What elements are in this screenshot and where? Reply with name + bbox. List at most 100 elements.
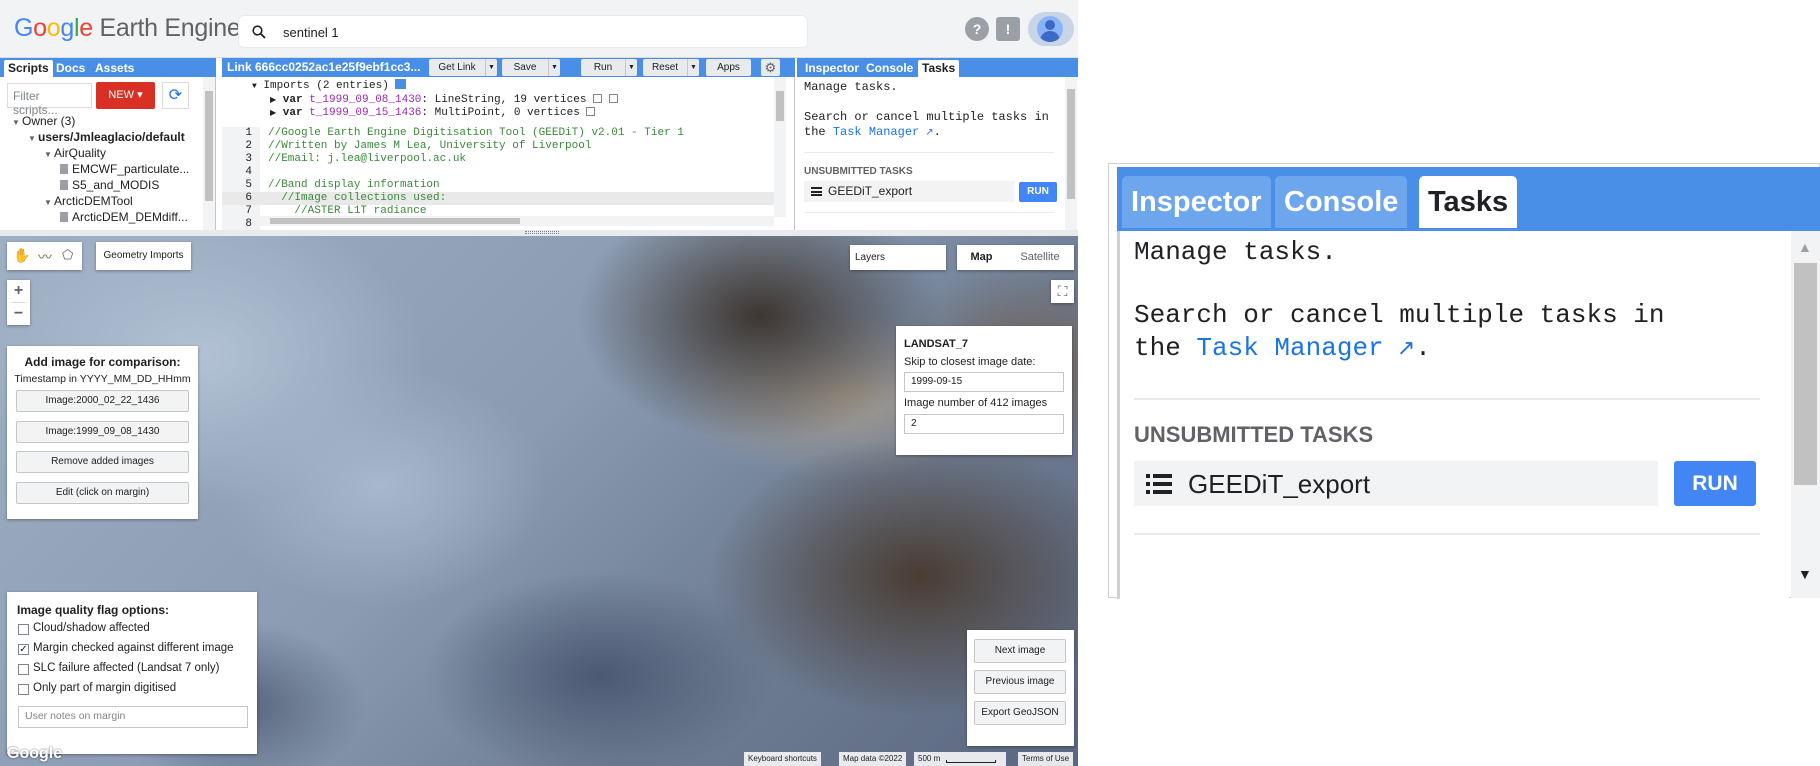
account-avatar[interactable]: [1028, 12, 1074, 46]
task-manager-line: the Task Manager ↗.: [804, 125, 941, 139]
caret-down-icon[interactable]: ▼: [485, 59, 497, 76]
tab-tasks-zoomed[interactable]: Tasks: [1419, 176, 1518, 228]
import-geometry-icon[interactable]: [586, 107, 596, 116]
scripts-scrollbar[interactable]: [203, 77, 215, 230]
tab-assets[interactable]: Assets: [91, 60, 138, 77]
refresh-icon[interactable]: ⟳: [162, 82, 189, 109]
code-editor[interactable]: ▼ Imports (2 entries) ▶ var t_1999_09_08…: [222, 77, 795, 230]
next-image-button[interactable]: Next image: [974, 639, 1066, 663]
checkbox-partial-margin[interactable]: [18, 684, 29, 695]
get-link-button[interactable]: Get Link ▼: [429, 59, 497, 76]
caret-down-icon[interactable]: ▼: [625, 59, 637, 76]
edit-margin-button[interactable]: Edit (click on margin): [16, 482, 189, 504]
caret-down-icon[interactable]: ▼: [548, 59, 560, 76]
earth-engine-logo[interactable]: Google Earth Engine: [14, 14, 241, 43]
scroll-up-icon[interactable]: ▲: [1798, 239, 1812, 255]
layers-button[interactable]: Layers: [850, 245, 946, 270]
code-line[interactable]: //Image collections used:: [268, 192, 446, 205]
feedback-icon[interactable]: !: [996, 17, 1020, 41]
task-row[interactable]: GEEDiT_export: [804, 181, 1014, 202]
map-type-satellite[interactable]: Satellite: [1006, 245, 1074, 270]
code-line[interactable]: //Band display information: [268, 179, 440, 192]
tasks-scrollbar[interactable]: [1065, 77, 1077, 230]
tree-item[interactable]: ArcticDEM_DEMdiff...: [60, 209, 188, 225]
tab-inspector-zoomed[interactable]: Inspector: [1122, 176, 1271, 228]
tab-scripts[interactable]: Scripts: [4, 60, 53, 77]
zoomed-tasks-scrollbar[interactable]: ▲ ▼: [1791, 231, 1820, 598]
scroll-thumb[interactable]: [1794, 263, 1817, 485]
tree-item-label: users/Jmleaglacio/default: [38, 130, 185, 144]
map-data-attribution[interactable]: Map data ©2022: [839, 752, 907, 766]
checkbox-margin-checked[interactable]: ✓: [18, 644, 29, 655]
comparison-panel: Add image for comparison: Timestamp in Y…: [7, 346, 198, 519]
image-comparison-button[interactable]: Image:1999_09_08_1430: [16, 421, 189, 443]
scale-bar[interactable]: 500 m: [914, 752, 1006, 766]
tree-item[interactable]: ▼ AirQuality: [44, 145, 106, 161]
tab-docs[interactable]: Docs: [52, 60, 89, 77]
save-button[interactable]: Save ▼: [502, 59, 560, 76]
keyboard-shortcuts-link[interactable]: Keyboard shortcuts: [744, 752, 821, 766]
fullscreen-icon[interactable]: ⛶: [1051, 280, 1074, 303]
hand-pan-icon[interactable]: ✋: [13, 247, 30, 264]
open-in-new-icon[interactable]: ↗: [919, 128, 933, 139]
help-icon[interactable]: ?: [965, 17, 989, 41]
user-notes-input[interactable]: User notes on margin: [18, 706, 248, 728]
search-input[interactable]: sentinel 1: [283, 25, 339, 40]
checkbox-cloud-shadow[interactable]: [18, 624, 29, 635]
import-row[interactable]: ▶ var t_1999_09_15_1436: MultiPoint, 0 v…: [270, 107, 596, 120]
terms-of-use-link[interactable]: Terms of Use: [1018, 752, 1074, 766]
tree-item[interactable]: S5_and_MODIS: [60, 177, 159, 193]
import-description: : LineString, 19 vertices: [421, 94, 587, 106]
map-view[interactable]: ✋ 〰 ⬠ Geometry Imports Layers Map Satell…: [0, 236, 1078, 766]
image-comparison-button[interactable]: Image:2000_02_22_1436: [16, 390, 189, 412]
tab-inspector[interactable]: Inspector: [801, 60, 863, 77]
task-run-button[interactable]: RUN: [1019, 182, 1057, 202]
tree-item[interactable]: EMCWF_particulate...: [60, 161, 189, 177]
image-number-input[interactable]: 2: [904, 414, 1064, 434]
remove-added-images-button[interactable]: Remove added images: [16, 451, 189, 473]
tree-item[interactable]: ▼ ArcticDEMTool: [44, 193, 133, 209]
tree-item-label: ArcticDEM_DEMdiff...: [72, 210, 188, 224]
zoom-in-button[interactable]: +: [7, 280, 30, 302]
filter-scripts-input[interactable]: Filter scripts...: [7, 83, 92, 117]
image-date-input[interactable]: 1999-09-15: [904, 372, 1064, 392]
open-in-new-icon[interactable]: ↗: [1384, 337, 1415, 362]
code-line[interactable]: //Google Earth Engine Digitisation Tool …: [268, 127, 684, 140]
geometry-imports-button[interactable]: Geometry Imports: [96, 242, 191, 270]
reset-button[interactable]: Reset ▼: [643, 59, 699, 76]
code-line[interactable]: //Written by James M Lea, University of …: [268, 140, 591, 153]
apps-button[interactable]: Apps: [706, 59, 751, 76]
task-manager-link[interactable]: Task Manager: [833, 125, 919, 139]
drag-handle-icon[interactable]: [525, 231, 559, 234]
task-row[interactable]: GEEDiT_export: [1134, 461, 1658, 506]
line-number: 5: [245, 179, 252, 191]
imports-header[interactable]: ▼ Imports (2 entries): [252, 79, 407, 92]
tab-tasks[interactable]: Tasks: [918, 60, 960, 77]
tree-item[interactable]: ▼ users/Jmleaglacio/default: [28, 129, 185, 145]
editor-horizontal-scrollbar[interactable]: [260, 216, 774, 226]
code-line[interactable]: //Email: j.lea@liverpool.ac.uk: [268, 153, 466, 166]
manage-tasks-text: Manage tasks.: [804, 80, 898, 94]
search-box[interactable]: sentinel 1: [238, 15, 808, 48]
editor-vertical-scrollbar[interactable]: [774, 77, 786, 217]
import-row[interactable]: ▶ var t_1999_09_08_1430: LineString, 19 …: [270, 94, 618, 107]
scroll-down-icon[interactable]: ▼: [1798, 566, 1812, 582]
task-run-button[interactable]: RUN: [1674, 461, 1756, 506]
tab-console[interactable]: Console: [862, 60, 917, 77]
tree-item[interactable]: ▼ Owner (3): [12, 113, 75, 129]
new-button[interactable]: NEW ▾: [96, 82, 155, 109]
task-manager-link[interactable]: Task Manager: [1196, 333, 1383, 363]
caret-down-icon[interactable]: ▼: [687, 59, 699, 76]
gear-icon[interactable]: ⚙: [761, 59, 780, 76]
map-type-map[interactable]: Map: [957, 245, 1006, 270]
draw-line-icon[interactable]: 〰: [38, 247, 52, 267]
delete-icon[interactable]: [608, 94, 618, 103]
previous-image-button[interactable]: Previous image: [974, 670, 1066, 694]
zoom-out-button[interactable]: −: [7, 303, 30, 325]
export-geojson-button[interactable]: Export GeoJSON: [974, 701, 1066, 725]
tab-console-zoomed[interactable]: Console: [1275, 176, 1408, 228]
import-geometry-icon[interactable]: [593, 94, 603, 103]
run-button[interactable]: Run ▼: [581, 59, 637, 76]
checkbox-slc-failure[interactable]: [18, 664, 29, 675]
draw-shape-icon[interactable]: ⬠: [62, 247, 73, 263]
